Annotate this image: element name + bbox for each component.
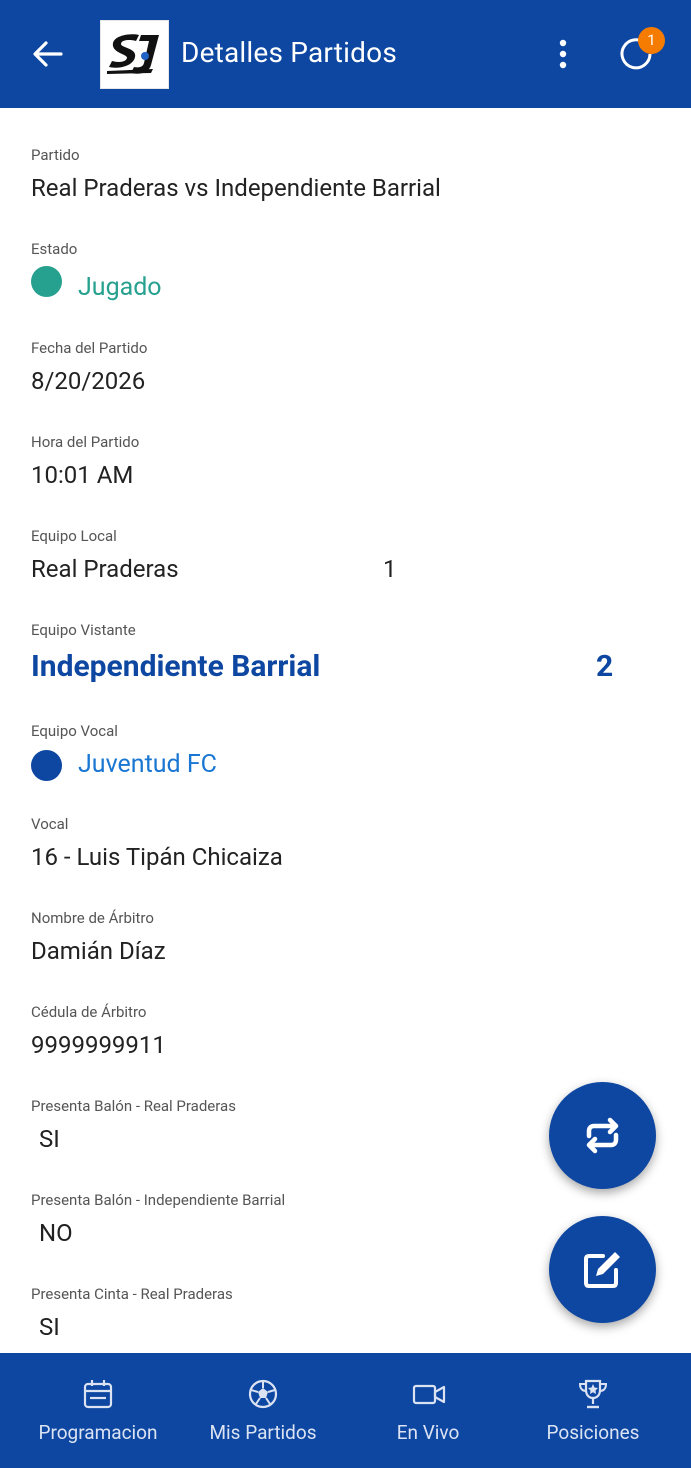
vocal-team-dot xyxy=(31,750,62,781)
local-team-name: Real Praderas xyxy=(31,555,179,583)
fecha-label: Fecha del Partido xyxy=(31,339,148,357)
nav-item-mis-partidos[interactable]: Mis Partidos xyxy=(177,1353,349,1468)
edit-icon xyxy=(584,1252,620,1288)
estado-value: Jugado xyxy=(78,273,162,302)
cedula-label: Cédula de Árbitro xyxy=(31,1003,147,1021)
arrow-back-icon xyxy=(33,41,63,67)
balon-visita-label: Presenta Balón - Independiente Barrial xyxy=(31,1191,286,1209)
more-vert-icon xyxy=(559,39,567,69)
more-options-button[interactable] xyxy=(548,34,578,74)
status-dot xyxy=(31,266,62,297)
notification-badge: 1 xyxy=(638,27,665,54)
vocal-team-label: Equipo Vocal xyxy=(31,722,118,740)
visitor-team-name: Independiente Barrial xyxy=(31,649,321,684)
balon-local-label: Presenta Balón - Real Praderas xyxy=(31,1097,236,1115)
nav-label-posiciones: Posiciones xyxy=(546,1421,640,1444)
app-logo xyxy=(100,20,169,89)
cedula-value: 9999999911 xyxy=(31,1031,166,1059)
cinta-local-value: SI xyxy=(39,1313,60,1341)
nav-label-programacion: Programacion xyxy=(38,1421,158,1444)
nav-label-mis-partidos: Mis Partidos xyxy=(209,1421,317,1444)
arbitro-label: Nombre de Árbitro xyxy=(31,909,154,927)
arbitro-value: Damián Díaz xyxy=(31,937,166,965)
cinta-local-label: Presenta Cinta - Real Praderas xyxy=(31,1285,233,1303)
back-button[interactable] xyxy=(28,34,68,74)
nav-label-en-vivo: En Vivo xyxy=(396,1421,460,1444)
vocal-team-value: Juventud FC xyxy=(78,750,217,779)
trophy-icon xyxy=(578,1379,608,1409)
nav-item-en-vivo[interactable]: En Vivo xyxy=(342,1353,514,1468)
swap-button[interactable] xyxy=(549,1082,656,1189)
nav-item-programacion[interactable]: Programacion xyxy=(12,1353,184,1468)
video-icon xyxy=(412,1384,446,1405)
edit-button[interactable] xyxy=(549,1216,656,1323)
fecha-value: 8/20/2026 xyxy=(31,367,146,395)
local-label: Equipo Local xyxy=(31,527,117,545)
page-title: Detalles Partidos xyxy=(181,36,397,69)
sj-logo-icon xyxy=(107,34,159,74)
vocal-label: Vocal xyxy=(31,815,69,833)
swap-icon xyxy=(586,1117,619,1154)
soccer-ball-icon xyxy=(248,1379,278,1409)
partido-label: Partido xyxy=(31,146,80,164)
partido-value: Real Praderas vs Independiente Barrial xyxy=(31,174,441,202)
local-score: 1 xyxy=(383,555,397,583)
bottom-navigation: Programacion Mis Partidos En Vivo Posici… xyxy=(0,1353,691,1468)
hora-label: Hora del Partido xyxy=(31,433,140,451)
app-bar: Detalles Partidos 1 xyxy=(0,0,691,108)
vocal-value: 16 - Luis Tipán Chicaiza xyxy=(31,843,283,871)
estado-label: Estado xyxy=(31,240,78,258)
visitante-label: Equipo Vistante xyxy=(31,621,136,639)
balon-local-value: SI xyxy=(39,1125,60,1153)
hora-value: 10:01 AM xyxy=(31,461,134,489)
visitor-score: 2 xyxy=(596,649,614,684)
balon-visita-value: NO xyxy=(39,1219,73,1247)
nav-item-posiciones[interactable]: Posiciones xyxy=(507,1353,679,1468)
calendar-icon xyxy=(83,1380,113,1409)
